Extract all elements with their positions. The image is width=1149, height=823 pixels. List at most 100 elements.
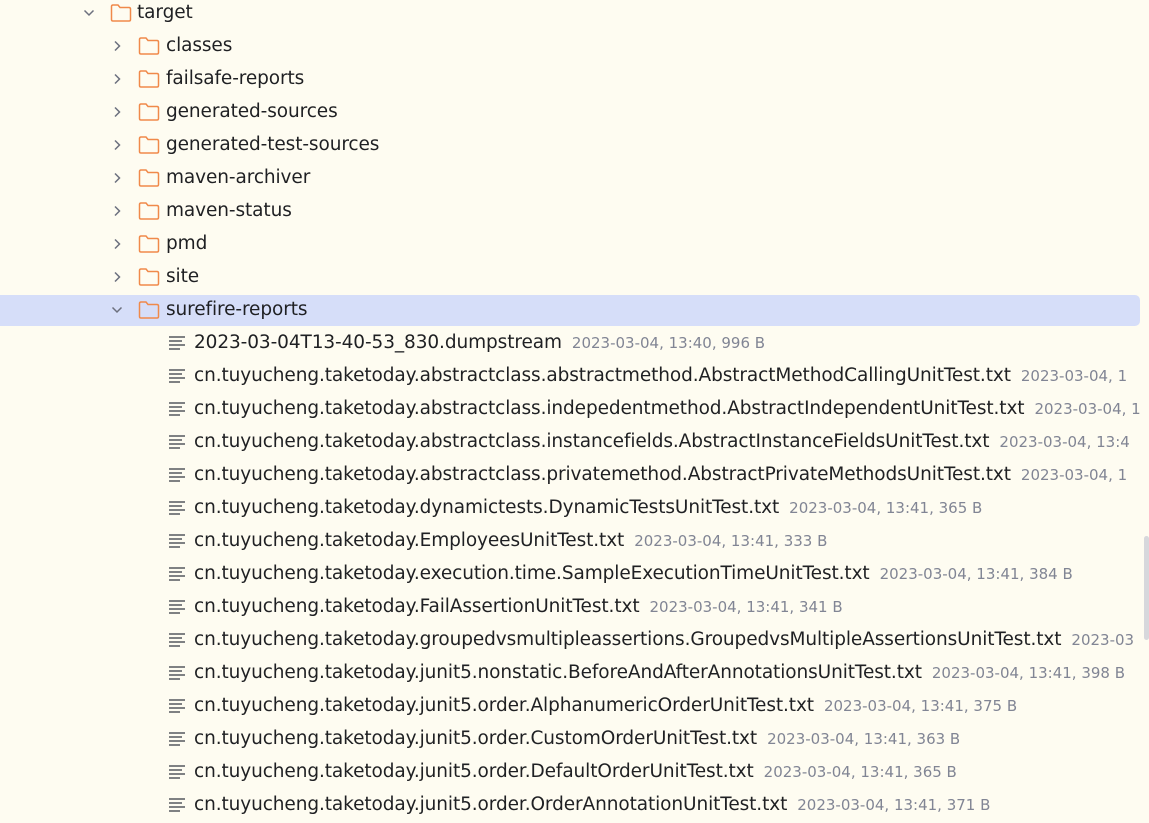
folder-icon (138, 201, 160, 221)
text-file-icon (168, 434, 186, 450)
file-name: cn.tuyucheng.taketoday.abstractclass.pri… (194, 464, 1011, 485)
chevron-right-icon[interactable] (111, 73, 123, 85)
tree-node-file[interactable]: 2023-03-04T13-40-53_830.dumpstream 2023-0… (0, 327, 1149, 360)
tree-node-folder[interactable]: site (0, 261, 1149, 294)
tree-node-file[interactable]: cn.tuyucheng.taketoday.dynamictests.Dyna… (0, 492, 1149, 525)
tree-node-file[interactable]: cn.tuyucheng.taketoday.execution.time.Sa… (0, 558, 1149, 591)
text-file-icon (168, 401, 186, 417)
tree-node-target[interactable]: target (0, 0, 1149, 30)
file-meta: 2023-03-04, 13:41, 333 B (634, 532, 828, 550)
text-file-icon (168, 665, 186, 681)
tree-node-label: target (137, 2, 193, 23)
folder-icon (138, 135, 160, 155)
tree-node-file[interactable]: cn.tuyucheng.taketoday.junit5.nonstatic.… (0, 657, 1149, 690)
file-name: cn.tuyucheng.taketoday.dynamictests.Dyna… (194, 497, 780, 518)
tree-node-file[interactable]: cn.tuyucheng.taketoday.junit5.order.Alph… (0, 690, 1149, 723)
tree-node-file[interactable]: cn.tuyucheng.taketoday.abstractclass.abs… (0, 360, 1149, 393)
file-meta: 2023-03-04, 13:41, 365 B (763, 763, 957, 781)
tree-node-surefire-reports[interactable]: surefire-reports (0, 294, 1149, 327)
folder-icon (138, 168, 160, 188)
file-meta: 2023-03-04, 13:41, 365 B (789, 499, 983, 517)
file-name: cn.tuyucheng.taketoday.FailAssertionUnit… (194, 596, 640, 617)
file-name: cn.tuyucheng.taketoday.execution.time.Sa… (194, 563, 870, 584)
text-file-icon (168, 335, 186, 351)
tree-node-label: maven-status (166, 200, 292, 221)
tree-node-folder[interactable]: classes (0, 30, 1149, 63)
tree-node-file[interactable]: cn.tuyucheng.taketoday.groupedvsmultiple… (0, 624, 1149, 657)
file-name: cn.tuyucheng.taketoday.junit5.order.Defa… (194, 761, 754, 782)
file-meta: 2023-03-04, 13:40, 996 B (571, 334, 766, 352)
tree-node-file[interactable]: cn.tuyucheng.taketoday.EmployeesUnitTest… (0, 525, 1149, 558)
chevron-right-icon[interactable] (111, 205, 123, 217)
chevron-down-icon[interactable] (111, 304, 123, 316)
tree-node-folder[interactable]: pmd (0, 228, 1149, 261)
chevron-right-icon[interactable] (111, 139, 123, 151)
tree-node-label: pmd (166, 233, 208, 254)
folder-icon (138, 267, 160, 287)
folder-icon (138, 102, 160, 122)
file-meta: 2023-03-04, 13:41, 363 B (767, 730, 961, 748)
text-file-icon (168, 698, 186, 714)
tree-node-folder[interactable]: maven-status (0, 195, 1149, 228)
text-file-icon (168, 368, 186, 384)
folder-icon (138, 36, 160, 56)
tree-node-file[interactable]: cn.tuyucheng.taketoday.abstractclass.ind… (0, 393, 1149, 426)
file-meta: 2023-03-04, 13:41, 384 B (879, 565, 1073, 583)
chevron-right-icon[interactable] (111, 40, 123, 52)
tree-node-file[interactable]: cn.tuyucheng.taketoday.FailAssertionUnit… (0, 591, 1149, 624)
tree-node-folder[interactable]: generated-test-sources (0, 129, 1149, 162)
tree-node-file[interactable]: cn.tuyucheng.taketoday.abstractclass.pri… (0, 459, 1149, 492)
file-name: cn.tuyucheng.taketoday.abstractclass.ind… (194, 398, 1025, 419)
tree-node-folder[interactable]: maven-archiver (0, 162, 1149, 195)
text-file-icon (168, 632, 186, 648)
text-file-icon (168, 533, 186, 549)
text-file-icon (168, 764, 186, 780)
file-meta: 2023-03-04, 1 (1020, 466, 1128, 484)
file-meta: 2023-03 (1071, 631, 1135, 649)
file-meta: 2023-03-04, 13:41, 341 B (649, 598, 843, 616)
chevron-right-icon[interactable] (111, 172, 123, 184)
chevron-down-icon[interactable] (83, 7, 95, 19)
file-meta: 2023-03-04, 1 (1020, 367, 1128, 385)
text-file-icon (168, 797, 186, 813)
folder-icon (138, 234, 160, 254)
tree-node-label: surefire-reports (166, 299, 308, 320)
tree-node-label: site (166, 266, 200, 287)
file-name: cn.tuyucheng.taketoday.groupedvsmultiple… (194, 629, 1062, 650)
file-meta: 2023-03-04, 13:41, 398 B (931, 664, 1126, 682)
tree-node-folder[interactable]: generated-sources (0, 96, 1149, 129)
folder-icon (138, 69, 160, 89)
file-name: cn.tuyucheng.taketoday.junit5.nonstatic.… (194, 662, 922, 683)
tree-node-file[interactable]: cn.tuyucheng.taketoday.junit5.order.Orde… (0, 789, 1149, 822)
folder-icon (138, 300, 160, 320)
tree-node-label: generated-test-sources (166, 134, 380, 155)
chevron-right-icon[interactable] (111, 238, 123, 250)
tree-node-label: classes (166, 35, 233, 56)
tree-node-file[interactable]: cn.tuyucheng.taketoday.abstractclass.ins… (0, 426, 1149, 459)
file-name: cn.tuyucheng.taketoday.EmployeesUnitTest… (194, 530, 625, 551)
text-file-icon (168, 500, 186, 516)
text-file-icon (168, 731, 186, 747)
text-file-icon (168, 467, 186, 483)
chevron-right-icon[interactable] (111, 271, 123, 283)
file-meta: 2023-03-04, 13:41, 375 B (823, 697, 1018, 715)
file-meta: 2023-03-04, 13:41, 371 B (797, 796, 991, 814)
tree-node-file[interactable]: cn.tuyucheng.taketoday.junit5.order.Defa… (0, 756, 1149, 789)
file-name: 2023-03-04T13-40-53_830.dumpstream (194, 332, 562, 353)
tree-node-file[interactable]: cn.tuyucheng.taketoday.junit5.order.Cust… (0, 723, 1149, 756)
file-meta: 2023-03-04, 13:4 (999, 433, 1130, 451)
project-tree: target classes failsafe-reports generate… (0, 0, 1149, 823)
file-meta: 2023-03-04, 1 (1034, 400, 1141, 418)
file-name: cn.tuyucheng.taketoday.abstractclass.abs… (194, 365, 1011, 386)
file-name: cn.tuyucheng.taketoday.junit5.order.Alph… (194, 695, 814, 716)
tree-node-label: maven-archiver (166, 167, 311, 188)
tree-node-label: generated-sources (166, 101, 338, 122)
file-name: cn.tuyucheng.taketoday.abstractclass.ins… (194, 431, 990, 452)
tree-node-folder[interactable]: failsafe-reports (0, 63, 1149, 96)
tree-node-label: failsafe-reports (166, 68, 305, 89)
file-name: cn.tuyucheng.taketoday.junit5.order.Cust… (194, 728, 758, 749)
text-file-icon (168, 599, 186, 615)
vertical-scrollbar-thumb[interactable] (1144, 536, 1149, 640)
file-name: cn.tuyucheng.taketoday.junit5.order.Orde… (194, 794, 788, 815)
chevron-right-icon[interactable] (111, 106, 123, 118)
